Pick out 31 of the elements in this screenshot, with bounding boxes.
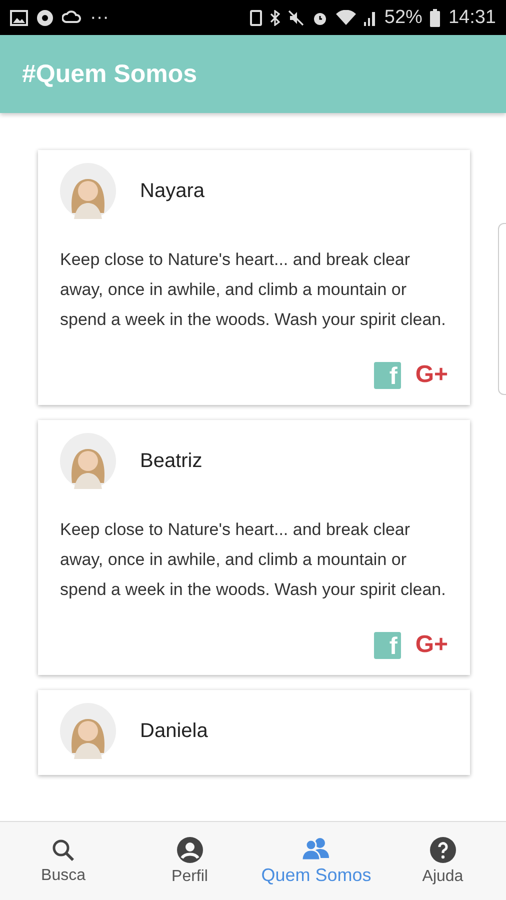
nav-tab[interactable]: Ajuda bbox=[380, 822, 506, 900]
google-plus-link[interactable]: G+ bbox=[415, 361, 448, 389]
member-name: Daniela bbox=[140, 720, 208, 742]
mute-icon bbox=[288, 10, 304, 26]
search-icon bbox=[51, 838, 76, 862]
clock-time: 14:31 bbox=[448, 6, 496, 28]
avatar-icon bbox=[60, 163, 116, 219]
more-notifications: ··· bbox=[90, 6, 109, 28]
page-title: #Quem Somos bbox=[22, 60, 198, 88]
nav-tab[interactable]: Quem Somos bbox=[253, 822, 380, 900]
member-quote: Keep close to Nature's heart... and break clear away, once in awhile, and climb a mountain or spend a week in the woods. Wash your spirit clean. bbox=[60, 519, 447, 601]
bluetooth-icon bbox=[270, 10, 280, 26]
battery-icon bbox=[430, 8, 440, 26]
people-icon bbox=[302, 836, 330, 860]
image-icon bbox=[10, 10, 28, 26]
cloud-icon bbox=[62, 10, 82, 26]
google-plus-link[interactable]: G+ bbox=[415, 631, 448, 659]
avatar-icon bbox=[60, 433, 116, 489]
sim-icon bbox=[250, 10, 262, 26]
help-icon bbox=[430, 836, 456, 862]
member-name: Nayara bbox=[140, 180, 204, 202]
nav-tab[interactable]: Perfil bbox=[126, 822, 253, 900]
signal-icon bbox=[364, 10, 376, 26]
browser-icon bbox=[36, 8, 54, 26]
member-name: Beatriz bbox=[140, 450, 202, 472]
wifi-icon bbox=[336, 10, 356, 26]
battery-level: 52% bbox=[384, 6, 422, 28]
avatar-icon bbox=[60, 703, 116, 759]
nav-tab[interactable]: Busca bbox=[0, 822, 126, 900]
profile-icon bbox=[176, 836, 203, 862]
member-quote: Keep close to Nature's heart... and break clear away, once in awhile, and climb a mountain or spend a week in the woods. Wash your spirit clean. bbox=[60, 249, 447, 331]
